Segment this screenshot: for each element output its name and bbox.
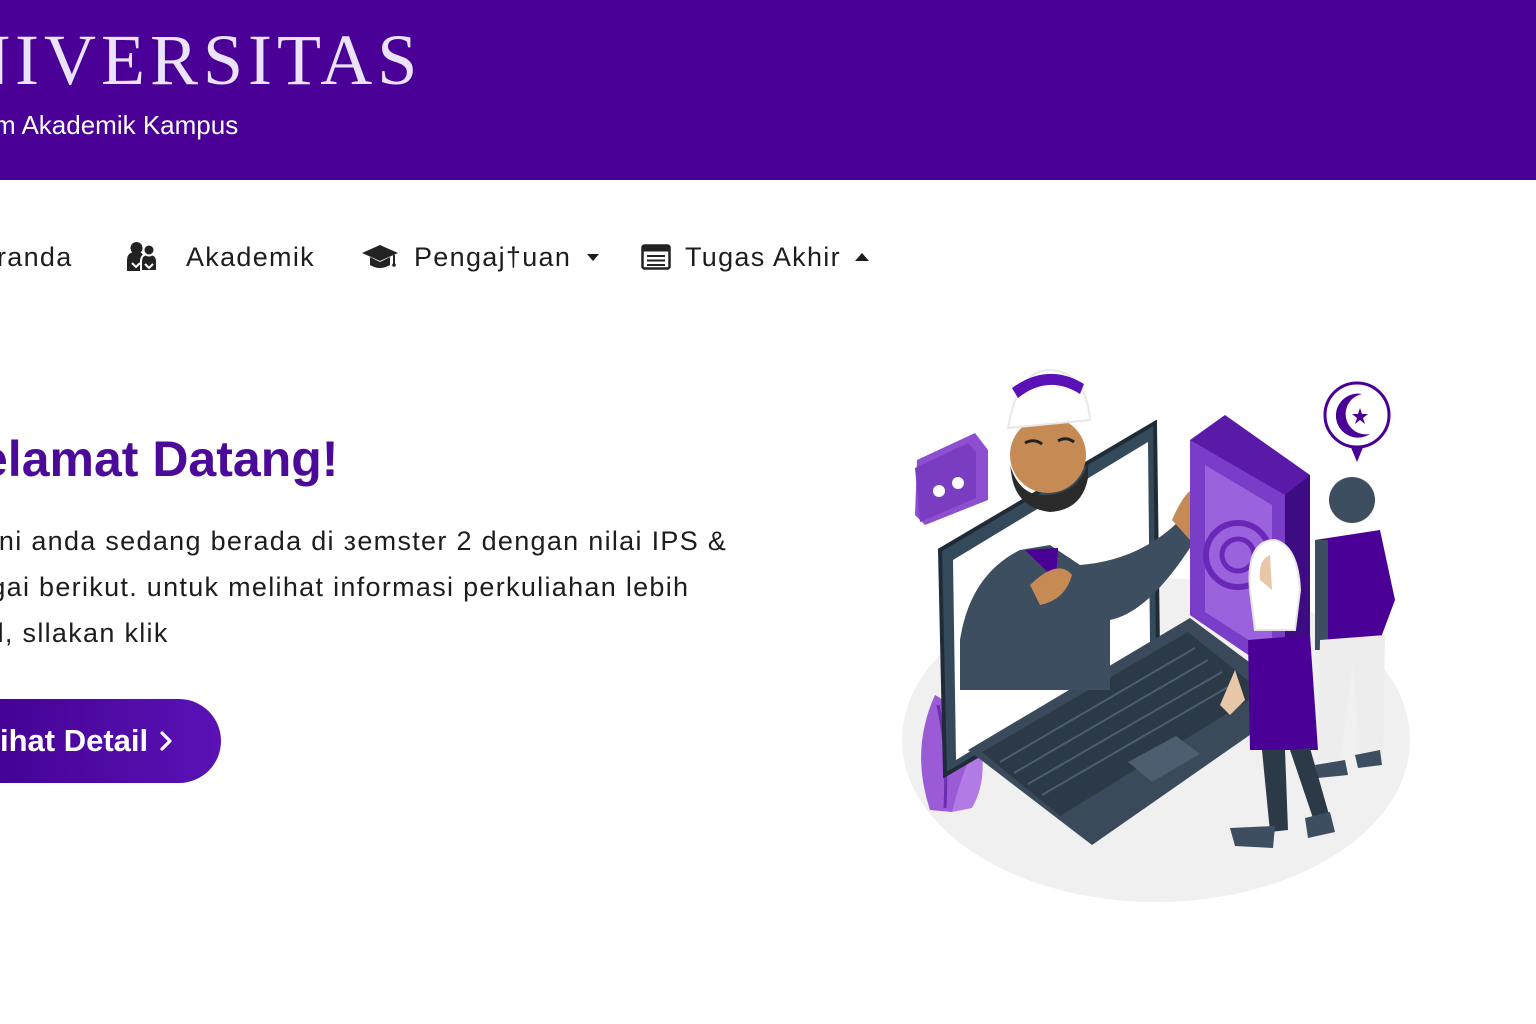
welcome-title: elamat Datang! <box>0 431 339 487</box>
chat-bubble-icon <box>915 433 988 525</box>
view-detail-label: ihat Detail <box>0 723 149 758</box>
welcome-text-line: t ini anda sedang berada di зemster 2 de… <box>0 526 728 556</box>
chevron-up-icon[interactable] <box>854 253 869 261</box>
nav-item-beranda[interactable]: randa <box>0 225 73 289</box>
welcome-text: t ini anda sedang berada di зemster 2 de… <box>0 518 727 656</box>
welcome-text-line: agai berikut. untuk melihat informasi pe… <box>0 572 690 602</box>
brand-title: NIVERSITAS <box>0 20 423 100</box>
view-detail-button[interactable]: ihat Detail <box>0 699 221 783</box>
welcome-text-line: all, sllakan klik <box>0 618 169 648</box>
nav-label-beranda: randa <box>0 241 73 272</box>
nav-item-tugas-akhir[interactable]: Tugas Akhir <box>641 225 869 289</box>
crescent-moon-icon <box>1323 381 1391 462</box>
nav-label-pengajuan: Pengaj†uan <box>414 241 572 272</box>
online-learning-illustration <box>902 368 1410 902</box>
chevron-down-icon[interactable] <box>587 253 600 261</box>
nav-label-akademik: Akademik <box>186 241 315 272</box>
graduation-cap-icon <box>361 242 399 272</box>
main-nav: randa Akademik Pengaj†uan Tugas Akhir <box>0 225 1000 295</box>
chevron-right-icon <box>158 729 174 753</box>
brand-subtitle: m Akademik Kampus <box>0 110 239 140</box>
nav-item-pengajuan[interactable]: Pengaj†uan <box>361 225 600 289</box>
users-icon <box>124 241 160 273</box>
document-icon <box>641 243 671 271</box>
nav-label-tugas-akhir: Tugas Akhir <box>685 241 841 272</box>
site-header: NIVERSITAS m Akademik Kampus <box>0 0 1536 180</box>
nav-item-akademik[interactable]: Akademik <box>124 225 315 289</box>
